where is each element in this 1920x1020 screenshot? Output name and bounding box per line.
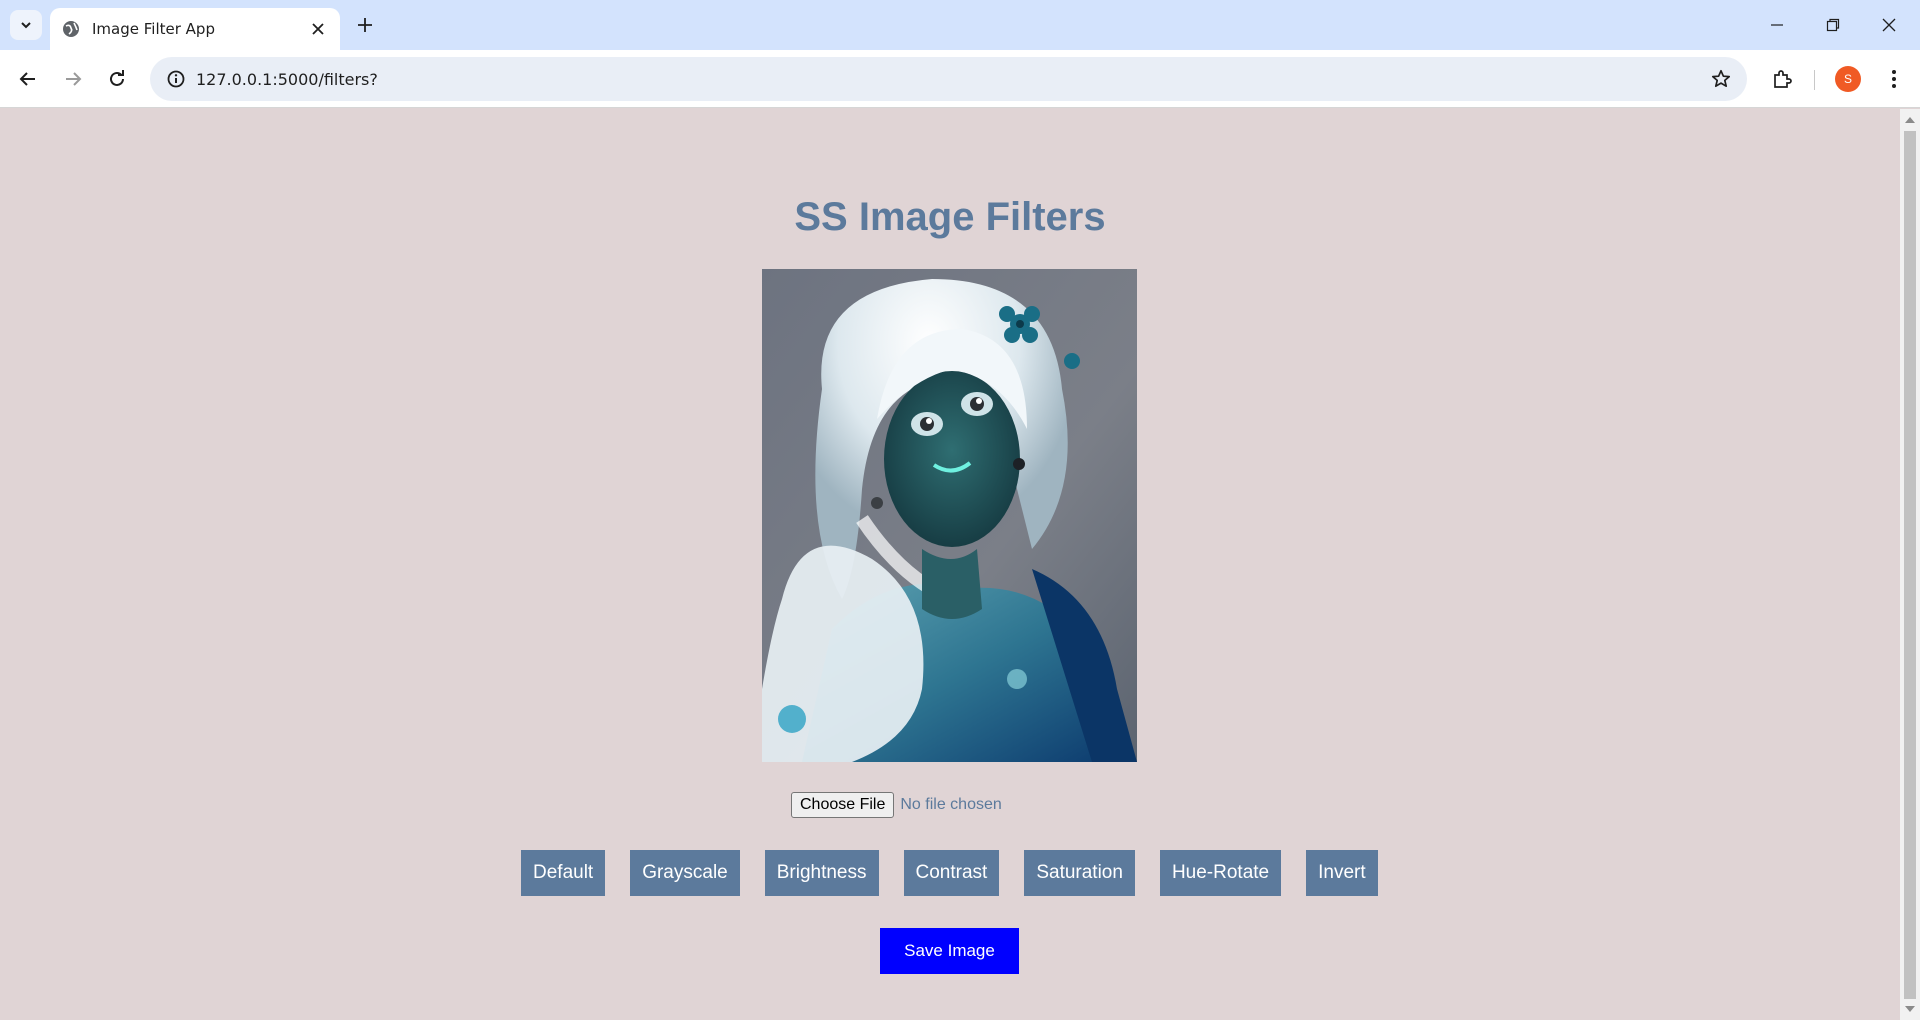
filter-hue-rotate-button[interactable]: Hue-Rotate <box>1159 850 1282 896</box>
scroll-up-icon[interactable] <box>1905 117 1915 123</box>
close-icon <box>1882 18 1896 32</box>
scrollbar-thumb[interactable] <box>1904 131 1916 999</box>
filter-grayscale-button[interactable]: Grayscale <box>630 850 740 896</box>
arrow-right-icon <box>66 72 82 86</box>
close-window-button[interactable] <box>1874 10 1904 40</box>
reload-button[interactable] <box>101 63 133 95</box>
minimize-icon <box>1771 24 1783 26</box>
file-upload: Choose File No file chosen <box>791 792 1002 818</box>
browser-tab[interactable]: Image Filter App <box>50 8 340 50</box>
url-text[interactable]: 127.0.0.1:5000/filters? <box>196 70 378 89</box>
site-info-icon[interactable] <box>156 57 196 101</box>
scroll-down-icon[interactable] <box>1905 1006 1915 1012</box>
choose-file-button[interactable]: Choose File <box>791 792 895 818</box>
toolbar-divider <box>1814 70 1815 90</box>
browser-toolbar: 127.0.0.1:5000/filters? S <box>0 50 1920 108</box>
bookmark-star-icon[interactable] <box>1709 67 1733 91</box>
chevron-down-icon <box>21 22 31 29</box>
filter-default-button[interactable]: Default <box>521 850 606 896</box>
address-bar[interactable]: 127.0.0.1:5000/filters? <box>150 57 1747 101</box>
file-status-text: No file chosen <box>900 796 1002 813</box>
restore-icon <box>1826 18 1840 32</box>
filter-saturation-button[interactable]: Saturation <box>1024 850 1135 896</box>
new-tab-button[interactable] <box>352 12 378 38</box>
tab-search-button[interactable] <box>10 10 42 40</box>
vertical-scrollbar[interactable] <box>1900 109 1920 1020</box>
globe-icon <box>63 21 79 37</box>
extensions-button[interactable] <box>1766 63 1798 95</box>
back-button[interactable] <box>12 63 44 95</box>
browser-menu-button[interactable] <box>1878 63 1910 95</box>
page-viewport: SS Image Filters Choose File No file cho… <box>0 109 1900 1020</box>
profile-avatar[interactable]: S <box>1835 66 1861 92</box>
puzzle-icon <box>1774 70 1792 88</box>
restore-button[interactable] <box>1818 10 1848 40</box>
filter-invert-button[interactable]: Invert <box>1306 850 1378 896</box>
tab-strip: Image Filter App <box>0 0 1920 50</box>
kebab-menu-icon <box>1892 70 1896 88</box>
forward-button[interactable] <box>57 63 89 95</box>
page-title: SS Image Filters <box>794 195 1106 239</box>
minimize-button[interactable] <box>1762 10 1792 40</box>
filtered-image <box>762 269 1137 762</box>
filter-button-group: Default Grayscale Brightness Contrast Sa… <box>521 850 1378 896</box>
save-image-button[interactable]: Save Image <box>880 928 1019 974</box>
filter-contrast-button[interactable]: Contrast <box>903 850 1000 896</box>
plus-icon <box>358 18 372 32</box>
arrow-left-icon <box>19 72 35 86</box>
tab-title: Image Filter App <box>92 20 215 38</box>
filter-brightness-button[interactable]: Brightness <box>764 850 879 896</box>
close-tab-icon[interactable] <box>308 19 328 39</box>
reload-icon <box>110 70 124 86</box>
